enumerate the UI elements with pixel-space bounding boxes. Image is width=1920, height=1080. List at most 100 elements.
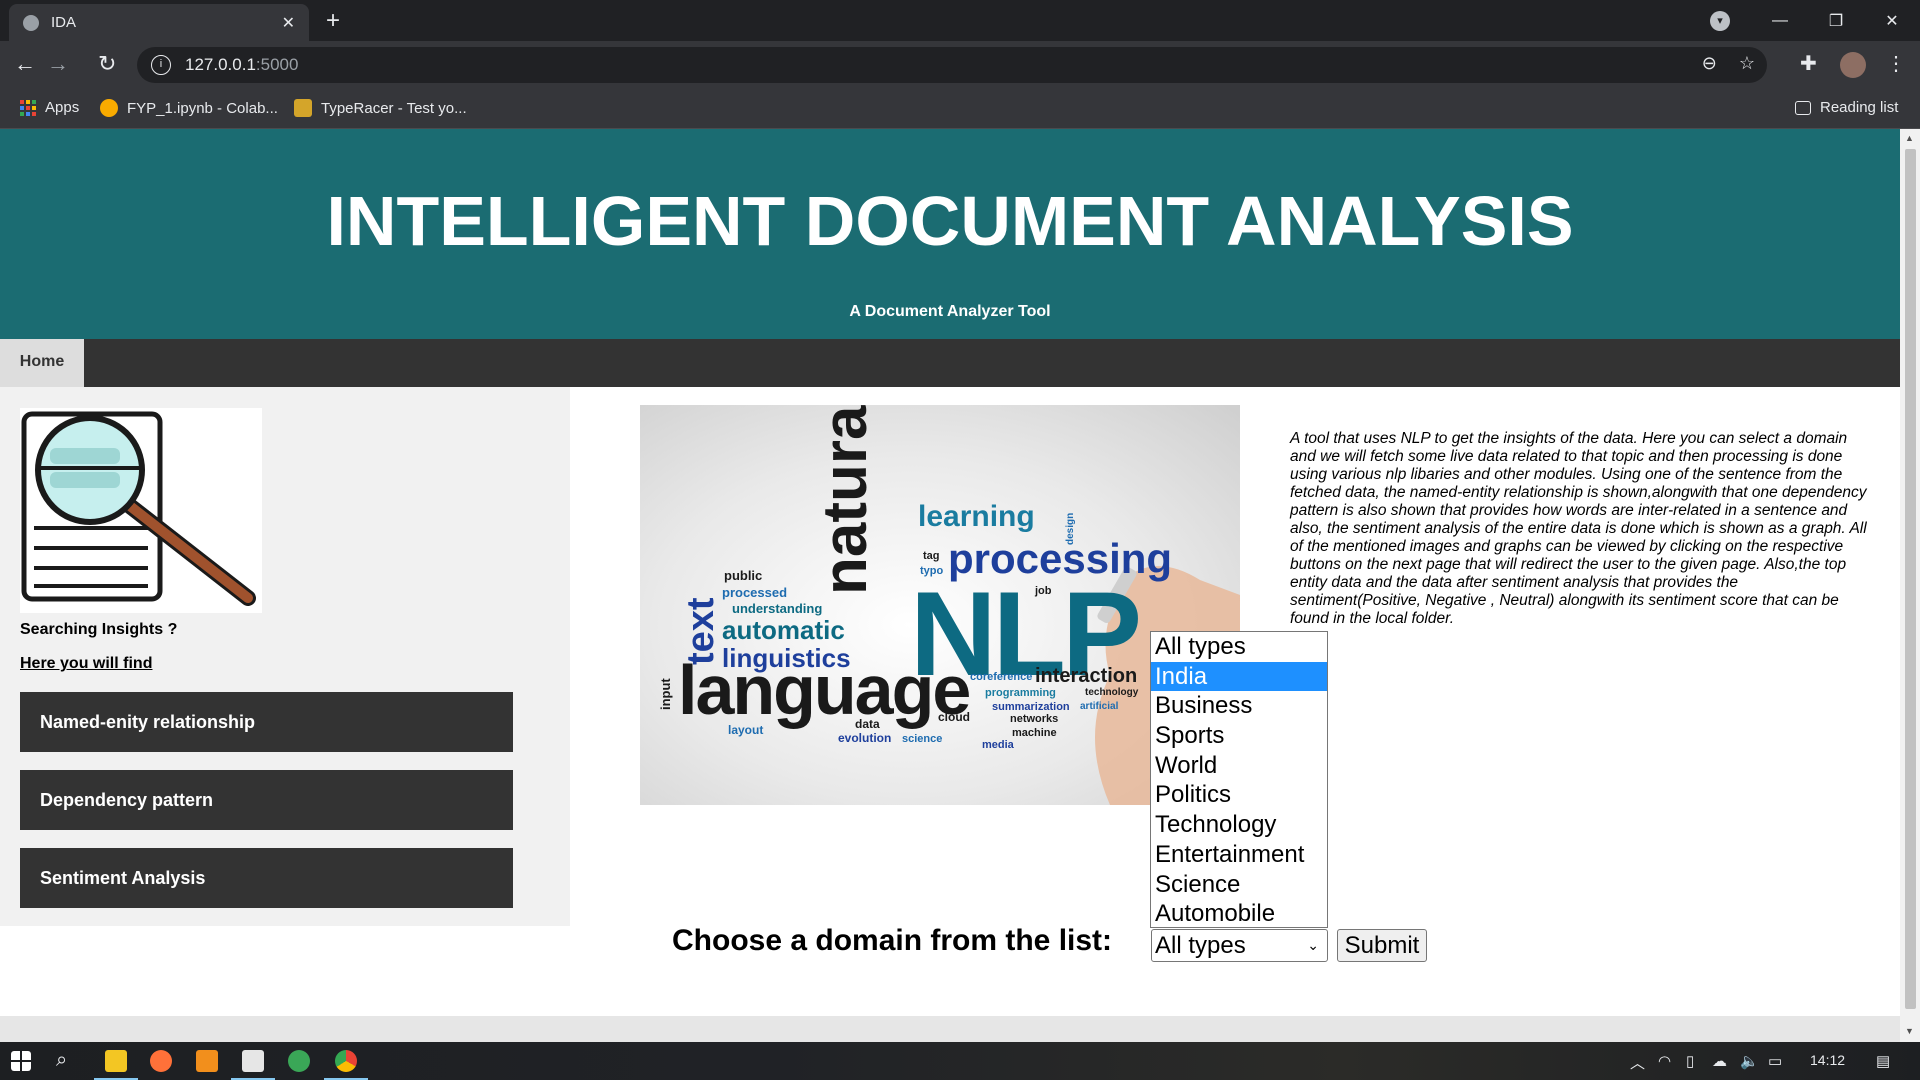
word-text: text <box>680 597 722 665</box>
site-header: INTELLIGENT DOCUMENT ANALYSIS A Document… <box>0 129 1900 339</box>
dropdown-option[interactable]: Science <box>1151 870 1327 900</box>
dropdown-option[interactable]: Sports <box>1151 721 1327 751</box>
profile-avatar[interactable] <box>1840 52 1866 78</box>
dropdown-option-highlighted[interactable]: India <box>1151 661 1327 692</box>
word-natural: natural <box>811 405 880 595</box>
word-cloud: cloud <box>938 710 970 724</box>
tab-title: IDA <box>51 14 77 31</box>
address-bar[interactable]: i 127.0.0.1 :5000 ⊖ ☆ <box>137 47 1767 83</box>
bookmarks-bar: Apps FYP_1.ipynb - Colab... TypeRacer - … <box>0 89 1920 129</box>
bookmark-typeracer[interactable]: TypeRacer - Test yo... <box>294 99 467 117</box>
dropdown-option[interactable]: Business <box>1151 691 1327 721</box>
word-coreference: coreference <box>970 671 1033 683</box>
site-title: INTELLIGENT DOCUMENT ANALYSIS <box>326 182 1574 260</box>
word-typo: typo <box>920 565 944 577</box>
tab-search-icon[interactable]: ▾ <box>1710 11 1730 31</box>
scroll-down-icon[interactable]: ▼ <box>1905 1026 1914 1036</box>
sidebar-link[interactable]: Here you will find <box>20 655 152 673</box>
word-processed: processed <box>722 585 788 600</box>
word-machine: machine <box>1012 727 1057 739</box>
reload-icon[interactable]: ↻ <box>98 51 116 77</box>
word-data: data <box>855 717 880 731</box>
reading-list-label: Reading list <box>1820 99 1899 116</box>
word-input: input <box>658 678 673 710</box>
dropdown-option[interactable]: Automobile <box>1151 899 1327 929</box>
domain-select[interactable]: All types ⌄ <box>1151 929 1328 962</box>
word-tag: tag <box>923 550 940 562</box>
word-artificial: artificial <box>1080 701 1119 712</box>
windows-start-icon[interactable] <box>11 1051 31 1071</box>
word-learning: learning <box>918 500 1035 533</box>
chevron-up-icon[interactable]: ︿ <box>1630 1052 1645 1073</box>
search-icon[interactable]: ⌕ <box>56 1049 67 1072</box>
taskbar-clock[interactable]: 14:12 <box>1810 1052 1845 1068</box>
word-interaction: interaction <box>1035 665 1138 687</box>
page-scrollbar[interactable]: ▲ ▼ <box>1900 129 1920 1042</box>
globe-app-icon[interactable] <box>288 1050 310 1072</box>
bookmark-colab[interactable]: FYP_1.ipynb - Colab... <box>100 99 278 117</box>
nav-home-link[interactable]: Home <box>0 339 84 387</box>
bookmark-label: Apps <box>45 99 80 116</box>
dropdown-option[interactable]: Politics <box>1151 780 1327 810</box>
bookmark-apps[interactable]: Apps <box>20 99 79 116</box>
reading-list[interactable]: Reading list <box>1795 99 1898 116</box>
extensions-puzzle-icon[interactable]: ✚ <box>1800 51 1817 76</box>
new-tab-button[interactable]: + <box>326 7 340 35</box>
word-programming: programming <box>985 687 1056 699</box>
browser-toolbar: ← → ↻ i 127.0.0.1 :5000 ⊖ ☆ ✚ ⋮ <box>0 41 1920 89</box>
sublime-text-icon[interactable] <box>196 1050 218 1072</box>
info-icon[interactable]: i <box>151 55 171 75</box>
notification-icon[interactable]: ▤ <box>1876 1052 1890 1070</box>
dropdown-option[interactable]: World <box>1151 751 1327 781</box>
word-automatic: automatic <box>722 615 845 645</box>
sidebar-question: Searching Insights ? <box>20 621 178 638</box>
dropdown-option[interactable]: Technology <box>1151 810 1327 840</box>
bookmark-star-icon[interactable]: ☆ <box>1739 53 1755 74</box>
battery-icon[interactable]: ▭ <box>1768 1052 1782 1070</box>
minimize-icon[interactable]: — <box>1752 12 1808 30</box>
document-magnifier-illustration <box>20 408 262 613</box>
named-entity-button[interactable]: Named-enity relationship <box>20 692 513 752</box>
reading-list-icon <box>1795 100 1811 115</box>
submit-button[interactable]: Submit <box>1337 929 1427 962</box>
dependency-pattern-button[interactable]: Dependency pattern <box>20 770 513 830</box>
url-host: 127.0.0.1 <box>185 55 256 74</box>
domain-label: Choose a domain from the list: <box>672 924 1113 957</box>
window-controls: — ❐ ✕ <box>1752 0 1920 41</box>
wifi-icon[interactable]: ◠ <box>1658 1052 1671 1070</box>
close-window-icon[interactable]: ✕ <box>1864 11 1920 31</box>
domain-dropdown-list: All types India Business Sports World Po… <box>1150 631 1328 928</box>
globe-icon <box>23 14 39 31</box>
sentiment-analysis-button[interactable]: Sentiment Analysis <box>20 848 513 908</box>
volume-icon[interactable]: 🔈 <box>1740 1052 1759 1070</box>
typeracer-icon <box>294 99 312 117</box>
restore-icon[interactable]: ❐ <box>1808 11 1864 31</box>
tab-close-icon[interactable]: ✕ <box>282 13 295 33</box>
word-science: science <box>902 733 943 745</box>
dropdown-option[interactable]: Entertainment <box>1151 840 1327 870</box>
notepad-icon[interactable] <box>242 1050 264 1072</box>
firefox-icon[interactable] <box>150 1050 172 1072</box>
bookmark-label: TypeRacer - Test yo... <box>321 99 467 117</box>
file-explorer-icon[interactable] <box>105 1050 127 1072</box>
site-tagline: A Document Analyzer Tool <box>849 303 1051 320</box>
cloud-offline-icon[interactable]: ☁ <box>1712 1052 1727 1070</box>
word-networks: networks <box>1010 713 1059 725</box>
chevron-down-icon: ⌄ <box>1307 937 1319 953</box>
dropdown-option[interactable]: All types <box>1151 632 1327 662</box>
word-understanding: understanding <box>732 601 823 616</box>
top-navbar: Home <box>0 339 1900 387</box>
back-arrow-icon[interactable]: ← <box>14 51 36 77</box>
scrollbar-thumb[interactable] <box>1905 149 1916 1009</box>
word-summarization: summarization <box>992 701 1070 713</box>
chrome-icon[interactable] <box>335 1050 357 1072</box>
address-bar-actions: ⊖ ☆ <box>1702 53 1755 74</box>
browser-tab[interactable]: IDA ✕ <box>9 4 309 41</box>
windows-taskbar: ⌕ ︿ ◠ ▯ ☁ 🔈 ▭ 14:12 ▤ <box>0 1042 1920 1080</box>
menu-kebab-icon[interactable]: ⋮ <box>1886 51 1906 76</box>
scroll-up-icon[interactable]: ▲ <box>1905 133 1914 143</box>
zoom-icon[interactable]: ⊖ <box>1702 53 1717 74</box>
forward-arrow-icon[interactable]: → <box>47 51 69 77</box>
usb-icon[interactable]: ▯ <box>1686 1052 1694 1070</box>
sidebar: Searching Insights ? Here you will find … <box>0 387 570 926</box>
